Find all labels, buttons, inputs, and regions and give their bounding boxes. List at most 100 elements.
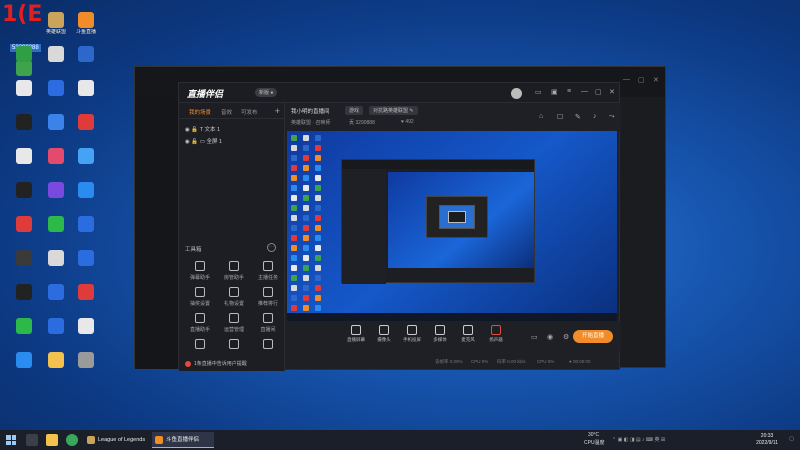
- room-name-chip[interactable]: 对抗路英雄联盟 ✎: [369, 106, 418, 115]
- clock[interactable]: 20:33 2022/9/11: [756, 433, 778, 447]
- tab-publish[interactable]: 可发布: [241, 108, 258, 116]
- gift-icon[interactable]: ▣: [551, 88, 558, 96]
- fan-club-icon[interactable]: ⌂: [539, 113, 543, 120]
- edit-icon[interactable]: ✎: [575, 113, 581, 121]
- source-control[interactable]: 多媒体: [427, 325, 453, 343]
- message-icon[interactable]: ▭: [535, 88, 542, 96]
- preview-desktop-icon: [291, 155, 297, 161]
- eye-icon[interactable]: ◉: [185, 127, 190, 133]
- desktop-icon[interactable]: [6, 250, 42, 267]
- desktop-icon[interactable]: [6, 284, 42, 301]
- maximize-icon[interactable]: ▢: [638, 76, 645, 84]
- desktop-icon[interactable]: [68, 352, 104, 369]
- desktop-icon[interactable]: [6, 46, 42, 63]
- tool-item[interactable]: 抽奖设置: [185, 287, 215, 307]
- app-icon: [48, 12, 64, 28]
- preview-desktop-icon: [291, 285, 297, 291]
- tool-label: 弹幕助手: [189, 275, 210, 281]
- preview-desktop-icon: [303, 155, 309, 161]
- desktop-icon[interactable]: [68, 284, 104, 301]
- app-icon: [16, 352, 32, 368]
- desktop-icon[interactable]: [6, 318, 42, 335]
- minimize-icon[interactable]: —: [581, 88, 588, 95]
- scene-item[interactable]: ◉ 🔓 T 文本 1: [185, 125, 220, 133]
- tool-item[interactable]: [219, 339, 249, 352]
- desktop-icon[interactable]: [68, 182, 104, 199]
- desktop-icon[interactable]: [6, 182, 42, 199]
- desktop-icon[interactable]: 斗鱼直播: [68, 12, 104, 35]
- menu-icon[interactable]: ≡: [567, 88, 571, 95]
- tool-item[interactable]: 直播间: [253, 313, 283, 333]
- source-control[interactable]: 麦克风: [455, 325, 481, 343]
- taskbar-app[interactable]: 斗鱼直播伴侣: [152, 432, 214, 448]
- tab-audio[interactable]: 音效: [221, 108, 232, 116]
- preview-desktop-icon: [291, 235, 297, 241]
- windows-start-icon[interactable]: [6, 435, 16, 445]
- lock-icon[interactable]: 🔓: [191, 127, 198, 133]
- tray-icons[interactable]: ⌃ ▣ ◧ ◨ ▤ ♪ ⌨ 英 ⊞: [612, 436, 665, 443]
- eye-icon[interactable]: ◉: [185, 139, 190, 145]
- source-control[interactable]: 直播屏幕: [343, 325, 369, 343]
- source-control[interactable]: 手机投屏: [399, 325, 425, 343]
- notification-icon[interactable]: ▢: [789, 436, 794, 442]
- tool-item[interactable]: 推荐排行: [253, 287, 283, 307]
- close-icon[interactable]: ✕: [653, 76, 659, 84]
- desktop-icon[interactable]: [68, 148, 104, 165]
- desktop-icon[interactable]: [68, 318, 104, 335]
- tool-item[interactable]: 直播助手: [185, 313, 215, 333]
- desktop-icon[interactable]: [68, 80, 104, 97]
- desktop-icon[interactable]: [6, 80, 42, 97]
- app-icon: [48, 114, 64, 130]
- preview-desktop-icon: [315, 215, 321, 221]
- source-control[interactable]: 扬声器: [483, 325, 509, 343]
- category-chip[interactable]: 游戏: [345, 106, 364, 115]
- chat-icon[interactable]: ☐: [557, 113, 563, 121]
- version-badge[interactable]: 新版 ●: [255, 88, 278, 97]
- bell-icon[interactable]: ♪: [593, 113, 597, 120]
- notice-banner[interactable]: 1条直播中告诉用户提醒: [185, 360, 247, 367]
- weather-temp[interactable]: 30°C: [588, 432, 599, 438]
- tool-item[interactable]: [185, 339, 215, 352]
- minimize-icon[interactable]: —: [623, 76, 630, 83]
- desktop-icon[interactable]: [6, 352, 42, 369]
- desktop-icon[interactable]: [68, 216, 104, 233]
- preview-desktop-icon: [303, 195, 309, 201]
- desktop-icon[interactable]: [6, 148, 42, 165]
- desktop-icon[interactable]: [6, 216, 42, 233]
- app-icon: [48, 46, 64, 62]
- desktop-icon[interactable]: [68, 114, 104, 131]
- tool-item[interactable]: 主播任务: [253, 261, 283, 281]
- desktop-icon[interactable]: [68, 250, 104, 267]
- scene-item[interactable]: ◉ 🔓 ▭ 全屏 1: [185, 137, 222, 145]
- share-icon[interactable]: ⤳: [609, 113, 615, 121]
- preview-desktop-icon: [303, 235, 309, 241]
- add-scene-icon[interactable]: +: [275, 106, 280, 116]
- tool-item[interactable]: 礼物设置: [219, 287, 249, 307]
- avatar[interactable]: [511, 88, 522, 99]
- chrome-icon[interactable]: [66, 434, 78, 446]
- desktop-icon[interactable]: [68, 46, 104, 63]
- camera-settings-icon[interactable]: ▭: [531, 333, 538, 341]
- desktop-icon[interactable]: [6, 114, 42, 131]
- tool-item[interactable]: 弹幕助手: [185, 261, 215, 281]
- preview-desktop-icon: [303, 285, 309, 291]
- close-icon[interactable]: ✕: [609, 88, 615, 96]
- tool-item[interactable]: 运营管理: [219, 313, 249, 333]
- preview-desktop-icon: [303, 135, 309, 141]
- source-control[interactable]: 摄像头: [371, 325, 397, 343]
- stream-preview[interactable]: [287, 131, 617, 321]
- settings-icon[interactable]: ⚙: [563, 333, 569, 341]
- status-bitrate: 码率 0.00 kb/s: [497, 359, 526, 364]
- more-icon[interactable]: ···: [267, 243, 276, 252]
- file-explorer-icon[interactable]: [46, 434, 58, 446]
- tool-item[interactable]: 房管助手: [219, 261, 249, 281]
- tab-scenes[interactable]: 我的场景: [189, 108, 211, 116]
- start-stream-button[interactable]: 开始直播: [573, 330, 613, 343]
- taskbar-app[interactable]: League of Legends: [84, 432, 148, 448]
- task-view-icon[interactable]: [26, 434, 38, 446]
- lock-icon[interactable]: 🔓: [191, 139, 198, 145]
- preview-desktop-icon: [303, 265, 309, 271]
- tool-item[interactable]: [253, 339, 283, 352]
- maximize-icon[interactable]: ▢: [595, 88, 602, 96]
- preview-eye-icon[interactable]: ◉: [547, 333, 553, 341]
